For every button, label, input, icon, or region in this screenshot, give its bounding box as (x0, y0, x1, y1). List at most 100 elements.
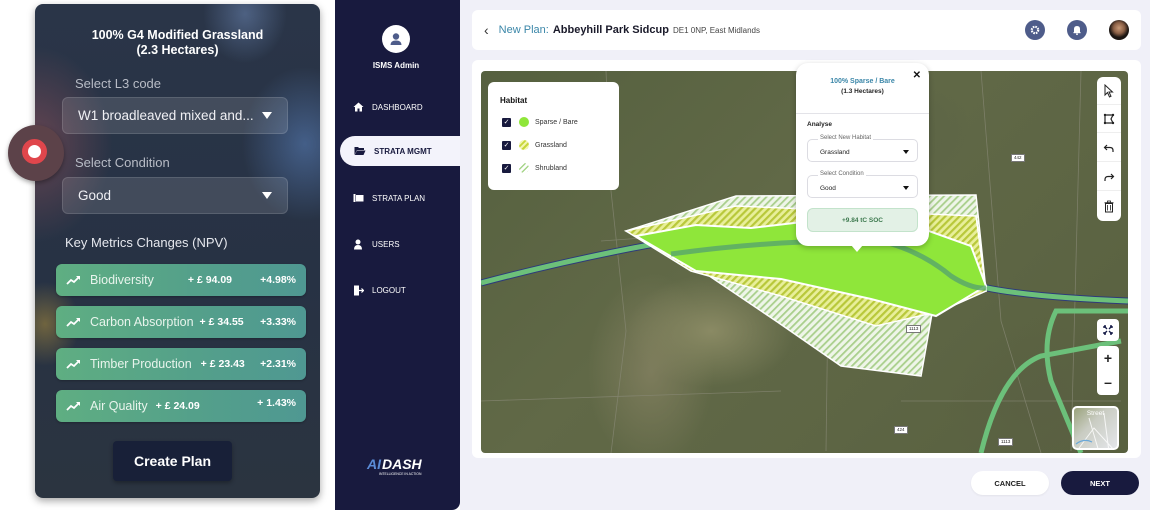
logo-ai: AI (366, 456, 382, 472)
street-label: Street (1086, 410, 1105, 417)
road-label: 1113 (998, 438, 1014, 446)
checkbox-checked-icon[interactable]: ✓ (502, 163, 511, 173)
legend-item-shrubland[interactable]: ✓ Shrubland (502, 163, 567, 173)
close-icon[interactable]: ✕ (913, 70, 921, 81)
folder-open-icon (354, 145, 366, 157)
plan-location: DE1 0NP, East Midlands (672, 25, 760, 35)
sidebar-item-logout[interactable]: LOGOUT (335, 275, 460, 305)
metric-change: +4.98% (260, 274, 296, 286)
cancel-button[interactable]: CANCEL (971, 471, 1049, 495)
trend-up-icon (66, 318, 80, 327)
user-icon (352, 238, 364, 250)
notifications-button[interactable] (1067, 20, 1087, 40)
select-value: Good (78, 188, 112, 203)
logo-dash: DASH (382, 456, 423, 472)
field-label: Select New Habitat (818, 135, 874, 141)
metric-change: + 1.43% (257, 397, 296, 409)
undo-button[interactable] (1097, 134, 1121, 162)
draw-polygon-button[interactable] (1097, 105, 1121, 133)
l3-code-select[interactable]: W1 broadleaved mixed and... (62, 97, 288, 134)
drag-handle[interactable] (8, 125, 64, 181)
gear-icon (1030, 25, 1040, 35)
hatch-swatch-icon (519, 163, 529, 173)
field-value: Good (820, 185, 836, 192)
metric-value: + £ 23.43 (200, 358, 245, 370)
trend-up-icon (66, 402, 80, 411)
caret-down-icon (903, 186, 909, 190)
legend-label: Grassland (535, 141, 567, 149)
aidash-logo: AI DASH INTELLIGENCE IN ACTION (366, 456, 423, 476)
delete-button[interactable] (1097, 192, 1121, 220)
map-toolbar (1097, 77, 1121, 221)
sidebar: ISMS Admin DASHBOARD STRATA MGMT STRATA … (335, 0, 460, 510)
page-header: ‹ New Plan: Abbeyhill Park Sidcup DE1 0N… (472, 10, 1141, 50)
analyse-heading: Analyse (807, 121, 832, 128)
swatch-icon (519, 117, 529, 127)
street-view-toggle[interactable]: Street (1072, 406, 1119, 450)
sidebar-item-strata-plan[interactable]: STRATA PLAN (335, 183, 460, 213)
road-label: 424 (894, 426, 908, 434)
condition-select[interactable]: Good (62, 177, 288, 214)
legend-item-grassland[interactable]: ✓ Grassland (502, 140, 567, 150)
app-root: ‹ New Plan: Abbeyhill Park Sidcup DE1 0N… (0, 0, 1150, 510)
road-label: 1113 (906, 325, 922, 333)
admin-avatar[interactable] (382, 25, 410, 53)
trend-up-icon (66, 276, 80, 285)
profile-avatar[interactable] (1109, 20, 1129, 40)
metric-value: + £ 34.55 (199, 316, 244, 328)
checkbox-checked-icon[interactable]: ✓ (502, 140, 511, 150)
nav-label: STRATA MGMT (374, 146, 432, 156)
metric-change: +3.33% (260, 316, 296, 328)
metric-name: Air Quality (90, 399, 148, 413)
metric-row-air-quality: Air Quality + £ 24.09 + 1.43% (56, 390, 306, 422)
metric-value: + £ 24.09 (155, 400, 200, 412)
habitat-legend: Habitat ✓ Sparse / Bare ✓ Grassland ✓ Sh… (488, 82, 619, 190)
card-title: 100% G4 Modified Grassland (2.3 Hectares… (35, 28, 320, 58)
sidebar-item-strata-mgmt[interactable]: STRATA MGMT (340, 136, 460, 166)
next-button[interactable]: NEXT (1061, 471, 1139, 495)
nav-label: LOGOUT (372, 285, 406, 295)
card-title-line2: (2.3 Hectares) (136, 43, 219, 57)
soc-result-badge: +9.84 tC SOC (807, 208, 918, 232)
legend-item-sparse-bare[interactable]: ✓ Sparse / Bare (502, 117, 578, 127)
metric-name: Carbon Absorption (90, 315, 194, 329)
home-icon (352, 101, 364, 113)
settings-button[interactable] (1025, 20, 1045, 40)
card-title-line1: 100% G4 Modified Grassland (91, 28, 264, 42)
popup-condition-select[interactable]: Select Condition Good (807, 171, 918, 198)
redo-button[interactable] (1097, 163, 1121, 191)
chevron-left-icon[interactable]: ‹ (484, 22, 489, 38)
sidebar-item-dashboard[interactable]: DASHBOARD (335, 92, 460, 122)
nav-label: STRATA PLAN (372, 193, 426, 203)
sidebar-item-users[interactable]: USERS (335, 229, 460, 259)
nav-label: USERS (372, 239, 400, 249)
zoom-in-button[interactable]: + (1097, 346, 1119, 370)
field-value: Grassland (820, 149, 850, 156)
condition-label: Select Condition (75, 155, 170, 170)
new-habitat-select[interactable]: Select New Habitat Grassland (807, 135, 918, 162)
road-label: 442 (1011, 154, 1025, 162)
zoom-out-button[interactable]: – (1097, 370, 1119, 394)
caret-down-icon (262, 112, 272, 119)
metric-row-biodiversity: Biodiversity + £ 94.09 +4.98% (56, 264, 306, 296)
select-tool-button[interactable] (1097, 77, 1121, 105)
nav-label: DASHBOARD (372, 102, 423, 112)
create-plan-button[interactable]: Create Plan (113, 441, 232, 481)
select-value: W1 broadleaved mixed and... (78, 108, 254, 123)
caret-down-icon (903, 150, 909, 154)
metric-name: Timber Production (90, 357, 192, 371)
redo-icon (1104, 173, 1115, 181)
metric-name: Biodiversity (90, 273, 154, 287)
map-icon (352, 192, 364, 204)
hatch-swatch-icon (519, 140, 529, 150)
zoom-control: + – (1097, 346, 1119, 395)
trend-up-icon (66, 360, 80, 369)
field-label: Select Condition (818, 171, 866, 177)
metrics-title: Key Metrics Changes (NPV) (65, 235, 228, 250)
metric-value: + £ 94.09 (187, 274, 233, 286)
checkbox-checked-icon[interactable]: ✓ (502, 117, 511, 127)
popup-title: 100% Sparse / Bare (830, 78, 895, 85)
fullscreen-button[interactable] (1097, 319, 1119, 341)
logo-tagline: INTELLIGENCE IN ACTION (379, 472, 422, 476)
plan-name: Abbeyhill Park Sidcup (552, 24, 669, 36)
